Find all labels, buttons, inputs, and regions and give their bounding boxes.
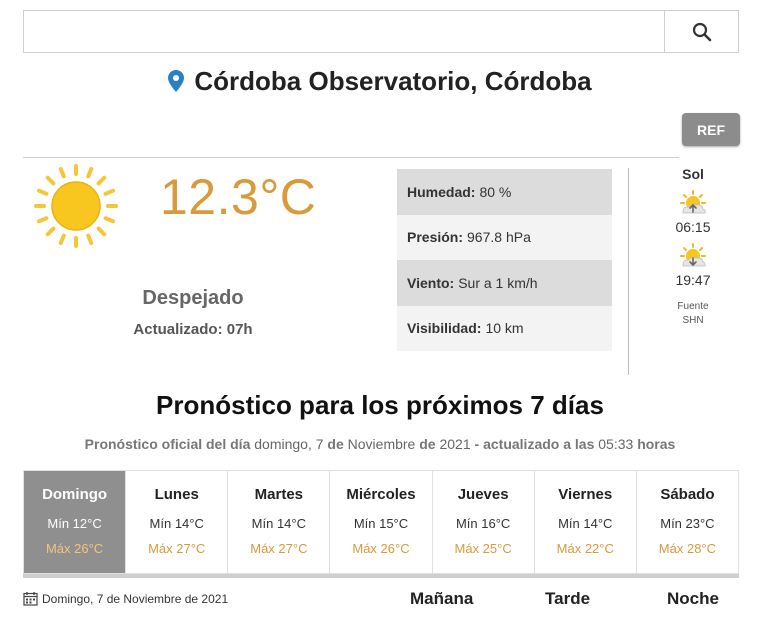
source-note: Fuente SHN — [658, 300, 728, 328]
source-label: Fuente — [677, 301, 709, 312]
search-button[interactable] — [664, 10, 739, 53]
forecast-subtitle: Pronóstico oficial del día domingo, 7 de… — [0, 436, 760, 452]
day-max: Máx 26°C — [352, 541, 410, 556]
day-min: Mín 12°C — [47, 516, 102, 531]
day-tab-domingo[interactable]: Domingo Mín 12°C Máx 26°C — [24, 471, 126, 573]
search-bar — [23, 10, 739, 53]
forecast-title: Pronóstico para los próximos 7 días — [156, 390, 604, 420]
forecast-days: Domingo Mín 12°C Máx 26°C Lunes Mín 14°C… — [23, 470, 739, 574]
day-max: Máx 27°C — [250, 541, 308, 556]
divider — [23, 574, 739, 578]
day-max: Máx 26°C — [45, 541, 104, 556]
stat-label: Viento: — [407, 274, 455, 291]
day-max: Máx 27°C — [148, 541, 206, 556]
sub-horas: horas — [637, 436, 676, 452]
stat-wind: Viento: Sur a 1 km/h — [397, 260, 612, 306]
selected-date-text: Domingo, 7 de Noviembre de 2021 — [42, 591, 229, 606]
sub-de: de — [327, 436, 344, 452]
map-pin-icon — [168, 70, 185, 92]
day-tab-martes[interactable]: Martes Mín 14°C Máx 27°C — [227, 471, 330, 573]
search-icon — [692, 22, 711, 41]
stat-value: 80 % — [479, 183, 512, 200]
sub-day: domingo, 7 — [254, 436, 324, 452]
calendar-icon — [23, 592, 38, 606]
sunset-icon — [680, 243, 706, 267]
stat-label: Humedad: — [407, 183, 476, 200]
day-name: Lunes — [154, 486, 199, 503]
day-name: Jueves — [457, 486, 509, 503]
sub-prefix: Pronóstico oficial del día — [84, 436, 251, 452]
updated-time: Actualizado: 07h — [133, 321, 253, 338]
day-name: Miércoles — [346, 486, 416, 503]
location-name: Córdoba Observatorio, Córdoba — [194, 66, 592, 96]
sub-month: Noviembre — [347, 436, 416, 452]
day-tab-lunes[interactable]: Lunes Mín 14°C Máx 27°C — [125, 471, 228, 573]
stat-label: Presión: — [407, 229, 464, 246]
stat-pressure: Presión: 967.8 hPa — [397, 214, 612, 260]
sub-year: 2021 — [439, 436, 471, 452]
day-name: Domingo — [42, 486, 108, 503]
day-max: Máx 25°C — [454, 541, 512, 556]
period-noche: Noche — [667, 589, 719, 608]
current-temperature: 12.3°C — [160, 169, 317, 225]
weather-condition: Despejado — [142, 287, 244, 309]
ref-button[interactable]: REF — [682, 113, 740, 146]
divider — [23, 157, 679, 158]
day-max: Máx 22°C — [556, 541, 614, 556]
sub-time: 05:33 — [598, 436, 634, 452]
location-title: Córdoba Observatorio, Córdoba — [0, 66, 760, 97]
divider — [628, 168, 629, 375]
stat-value: 10 km — [485, 320, 524, 337]
day-tab-miercoles[interactable]: Miércoles Mín 15°C Máx 26°C — [329, 471, 432, 573]
stat-value: Sur a 1 km/h — [458, 274, 538, 291]
sunset-time: 19:47 — [675, 272, 711, 288]
selected-date: Domingo, 7 de Noviembre de 2021 — [23, 591, 228, 606]
day-min: Mín 23°C — [660, 516, 715, 531]
weather-stats: Humedad: 80 % Presión: 967.8 hPa Viento:… — [397, 169, 612, 351]
day-tab-sabado[interactable]: Sábado Mín 23°C Máx 28°C — [635, 471, 738, 573]
sub-dash: - — [474, 436, 480, 452]
sol-title: Sol — [682, 166, 704, 182]
stat-humidity: Humedad: 80 % — [397, 169, 612, 215]
day-name: Viernes — [558, 486, 613, 503]
stat-value: 967.8 hPa — [467, 229, 531, 246]
period-tarde: Tarde — [545, 589, 591, 608]
day-min: Mín 16°C — [455, 516, 511, 531]
sun-icon — [34, 164, 118, 248]
sub-de: de — [419, 436, 436, 452]
source-name: SHN — [682, 315, 704, 326]
stat-visibility: Visibilidad: 10 km — [397, 305, 612, 351]
day-min: Mín 14°C — [558, 516, 613, 531]
stat-label: Visibilidad: — [407, 320, 482, 337]
day-name: Martes — [254, 486, 304, 503]
day-min: Mín 15°C — [353, 516, 409, 531]
search-input[interactable] — [23, 10, 664, 53]
day-max: Máx 28°C — [658, 541, 717, 556]
sunrise-time: 06:15 — [675, 219, 711, 235]
period-manana: Mañana — [410, 589, 474, 608]
sun-times: Sol 06:15 19:47 Fuente SHN — [658, 164, 728, 328]
day-tab-viernes[interactable]: Viernes Mín 14°C Máx 22°C — [533, 471, 636, 573]
sub-updated: actualizado a las — [483, 436, 595, 452]
sunrise-icon — [680, 190, 706, 214]
day-min: Mín 14°C — [251, 516, 307, 531]
day-tab-jueves[interactable]: Jueves Mín 16°C Máx 25°C — [431, 471, 534, 573]
day-name: Sábado — [660, 486, 715, 503]
day-min: Mín 14°C — [149, 516, 204, 531]
